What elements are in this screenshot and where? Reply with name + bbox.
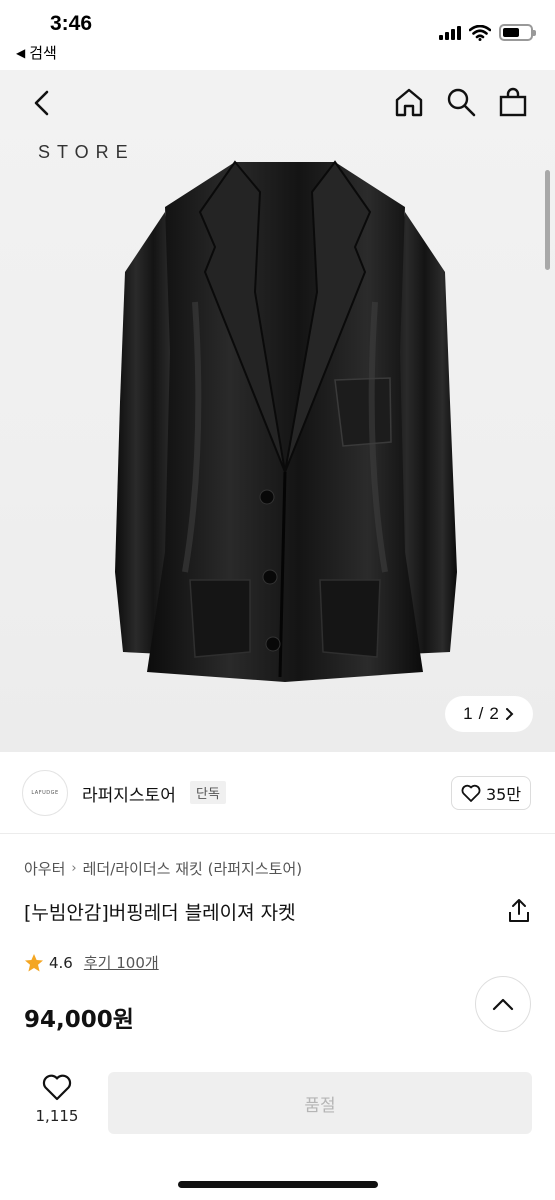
- bottom-action-bar: 1,115 품절: [0, 1055, 555, 1200]
- back-app-label: 검색: [29, 44, 57, 62]
- scrollbar[interactable]: [545, 170, 550, 270]
- brand-name-link[interactable]: 라퍼지스토어: [82, 781, 176, 806]
- breadcrumb: 아우터 › 레더/라이더스 재킷 (라퍼지스토어): [24, 858, 302, 879]
- brand-logo-text: LAFUDGE: [31, 790, 59, 796]
- chevron-up-icon: [492, 998, 514, 1011]
- brand-row: LAFUDGE 라퍼지스토어 단독 35만: [0, 752, 555, 834]
- home-indicator[interactable]: [178, 1181, 378, 1188]
- brand-logo[interactable]: LAFUDGE: [22, 770, 68, 816]
- star-icon: [25, 953, 43, 971]
- breadcrumb-item-category[interactable]: 레더/라이더스 재킷 (라퍼지스토어): [83, 858, 303, 879]
- rating-value: 4.6: [49, 953, 73, 972]
- header-actions: [393, 86, 529, 118]
- wishlist-button[interactable]: 1,115: [22, 1073, 92, 1133]
- chevron-right-icon: ›: [71, 861, 77, 876]
- status-bar: 3:46 ◀ 검색: [0, 0, 555, 70]
- home-icon[interactable]: [393, 86, 425, 118]
- breadcrumb-item-outer[interactable]: 아우터: [24, 858, 65, 879]
- chevron-right-icon: [505, 708, 514, 720]
- wishlist-count: 1,115: [35, 1107, 79, 1125]
- sold-out-button[interactable]: 품절: [108, 1072, 532, 1134]
- heart-icon: [42, 1074, 72, 1101]
- product-title: [누빔안감]버핑레더 블레이져 자켓: [24, 902, 296, 924]
- battery-icon: [499, 24, 536, 41]
- counter-current: 1: [463, 704, 473, 723]
- back-to-app-button[interactable]: ◀ 검색: [16, 42, 57, 63]
- counter-separator: /: [478, 704, 484, 723]
- search-icon[interactable]: [445, 86, 477, 118]
- counter-total: 2: [489, 704, 499, 723]
- share-icon[interactable]: [507, 898, 531, 924]
- review-link[interactable]: 후기 100개: [84, 952, 159, 973]
- scroll-top-button[interactable]: [475, 976, 531, 1032]
- product-image-carousel[interactable]: STORE 1 / 2: [0, 70, 555, 752]
- product-image: [115, 160, 457, 682]
- exclusive-badge: 단독: [190, 781, 226, 804]
- heart-icon: [461, 784, 481, 802]
- brand-like-button[interactable]: 35만: [451, 776, 531, 810]
- cellular-signal-icon: [439, 25, 461, 40]
- brand-like-count: 35만: [485, 785, 522, 804]
- product-price: 94,000원: [24, 1007, 134, 1033]
- image-counter-button[interactable]: 1 / 2: [445, 696, 533, 732]
- product-rating: 4.6 후기 100개: [24, 952, 159, 973]
- status-time: 3:46: [50, 12, 93, 35]
- back-triangle-icon: ◀: [16, 45, 26, 60]
- shopping-bag-icon[interactable]: [497, 86, 529, 118]
- status-icons: [439, 24, 536, 41]
- wifi-icon: [469, 24, 491, 41]
- back-icon[interactable]: [28, 88, 58, 118]
